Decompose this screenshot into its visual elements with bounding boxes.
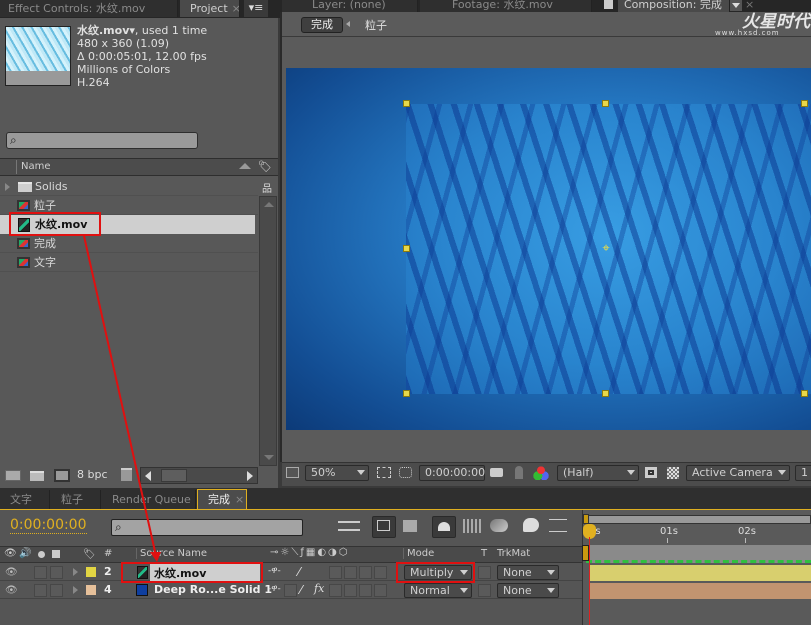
annotation-arrow-line xyxy=(83,235,157,557)
annotation-arrow xyxy=(83,235,161,562)
annotation-arrow-head xyxy=(150,552,161,562)
